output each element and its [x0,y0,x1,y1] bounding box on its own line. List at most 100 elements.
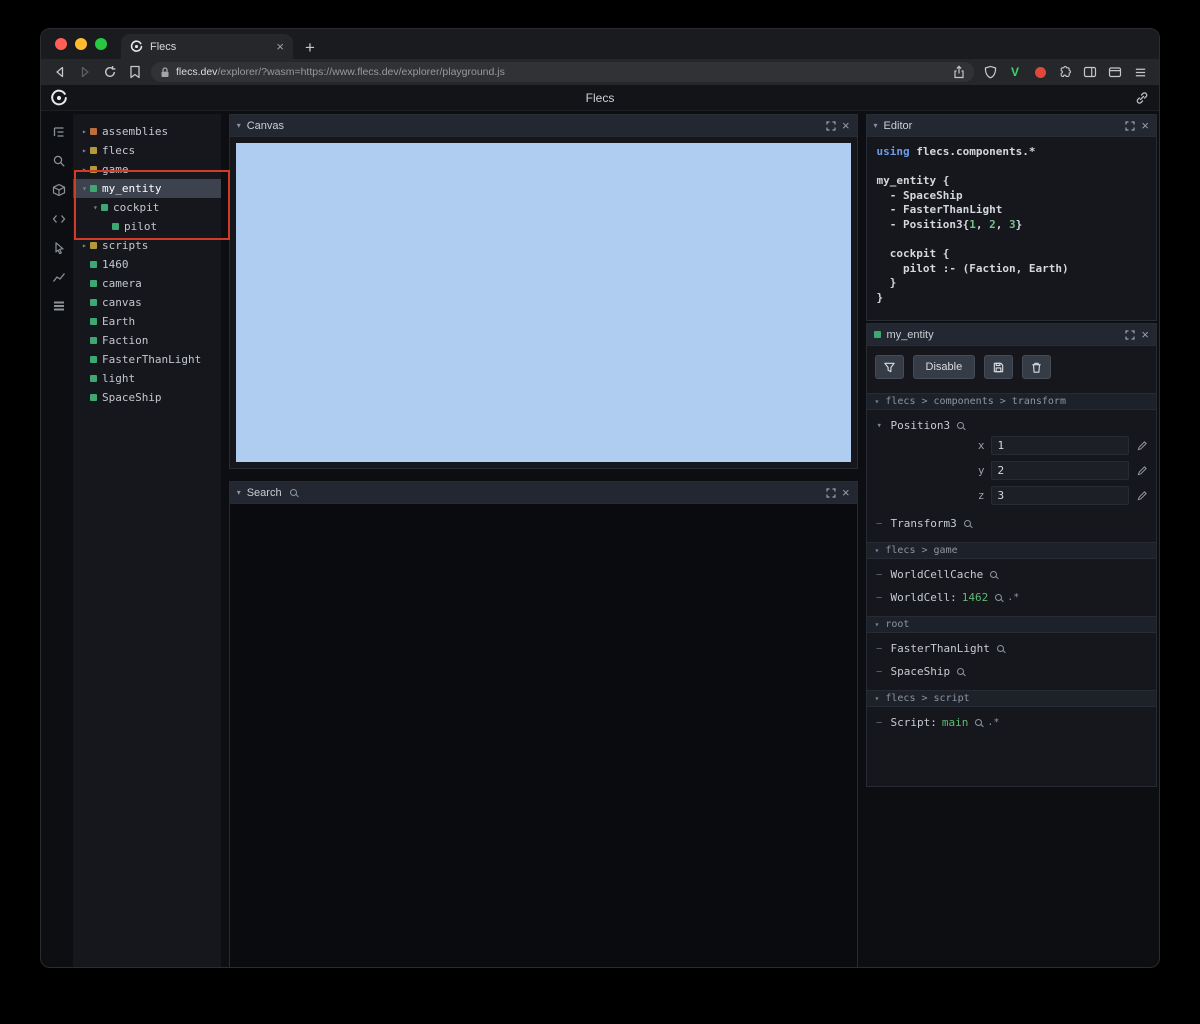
flecs-logo-icon[interactable] [50,89,68,107]
url-path: /explorer/?wasm=https://www.flecs.dev/ex… [217,66,505,78]
chevron-right-icon[interactable]: ▸ [79,146,90,155]
component-group-header[interactable]: ▾ flecs > game [866,542,1156,559]
share-link-icon[interactable] [1135,91,1149,105]
inspect-cursor-icon[interactable] [50,239,68,257]
search-icon[interactable] [990,571,998,578]
close-panel-icon[interactable]: × [1141,119,1149,132]
field-input-y[interactable]: 2 [990,461,1129,480]
page-title: Flecs [585,90,615,105]
canvas-panel: ▾ Canvas × [228,114,858,469]
menu-icon[interactable] [1131,63,1149,81]
field-input-x[interactable]: 1 [990,436,1129,455]
code-icon[interactable] [50,210,68,228]
forward-button[interactable] [76,63,94,81]
chevron-down-icon[interactable]: ▾ [237,121,241,130]
chevron-right-icon[interactable]: ▸ [79,165,90,174]
chevron-down-icon[interactable]: ▾ [237,488,241,497]
render-canvas[interactable] [235,143,851,462]
bullet-icon: – [876,518,882,529]
code-token: cockpit { [876,247,950,261]
queries-rows-icon[interactable] [50,297,68,315]
expand-panel-icon[interactable] [1125,329,1136,340]
share-icon[interactable] [953,65,965,79]
tree-view-icon[interactable] [50,123,68,141]
tree-item-game[interactable]: ▸ game [73,160,221,179]
close-window-button[interactable] [55,38,67,50]
tree-item-label: flecs [101,144,136,157]
search-icon[interactable] [957,422,965,429]
expand-panel-icon[interactable] [826,487,836,498]
search-icon[interactable] [996,645,1004,652]
tree-item-assemblies[interactable]: ▸ assemblies [73,122,221,141]
tree-item-canvas[interactable]: canvas [73,293,221,312]
tree-item-scripts[interactable]: ▸ scripts [73,236,221,255]
browser-toolbar: flecs.dev/explorer/?wasm=https://www.fle… [41,59,1159,85]
chevron-down-icon[interactable]: ▾ [79,184,90,193]
component-group-header[interactable]: ▾ root [866,616,1156,633]
edit-icon[interactable] [1135,465,1150,476]
chevron-right-icon[interactable]: ▸ [79,241,90,250]
tree-item-pilot[interactable]: pilot [73,217,221,236]
v-extension-icon[interactable]: V [1006,63,1024,81]
tree-item-Earth[interactable]: Earth [73,312,221,331]
tree-item-label: game [101,163,129,176]
search-icon[interactable] [995,594,1003,601]
tree-item-Faction[interactable]: Faction [73,331,221,350]
chevron-right-icon[interactable]: ▸ [79,127,90,136]
bookmark-icon[interactable] [126,63,144,81]
component-group-header[interactable]: ▾ flecs > script [866,690,1156,707]
tree-item-cockpit[interactable]: ▾ cockpit [73,198,221,217]
stats-chart-icon[interactable] [50,268,68,286]
entities-cube-icon[interactable] [50,181,68,199]
component-WorldCell: – WorldCell: 1462 .* [867,582,1156,605]
minimize-window-button[interactable] [75,38,87,50]
reload-button[interactable] [101,63,119,81]
component-group-header[interactable]: ▾ flecs > components > transform [866,393,1156,410]
extensions-puzzle-icon[interactable] [1056,63,1074,81]
tree-item-SpaceShip[interactable]: SpaceShip [73,388,221,407]
new-tab-button[interactable]: + [305,39,315,56]
red-extension-icon[interactable] [1031,63,1049,81]
flecs-favicon-icon [130,40,143,53]
tab-close-icon[interactable]: × [276,40,284,53]
browser-tab[interactable]: Flecs × [121,34,293,59]
search-icon[interactable] [957,668,965,675]
fullscreen-window-button[interactable] [95,38,107,50]
save-button[interactable] [984,355,1014,379]
entity-kind-icon [111,223,119,230]
browser-window: Flecs × + flecs.dev/explorer/?wasm=https… [40,28,1160,968]
delete-button[interactable] [1022,355,1052,379]
tree-item-label: pilot [123,220,158,233]
wallet-icon[interactable] [1106,63,1124,81]
chevron-down-icon[interactable]: ▾ [877,421,886,431]
sidebar-toggle-icon[interactable] [1081,63,1099,81]
tree-item-flecs[interactable]: ▸ flecs [73,141,221,160]
brave-shield-icon[interactable] [981,63,999,81]
expand-panel-icon[interactable] [1125,120,1136,131]
close-panel-icon[interactable]: × [1141,328,1149,341]
filter-button[interactable] [874,355,904,379]
disable-button[interactable]: Disable [912,355,976,379]
back-button[interactable] [51,63,69,81]
bullet-icon: – [876,643,882,654]
tree-item-light[interactable]: light [73,369,221,388]
tree-item-FasterThanLight[interactable]: FasterThanLight [73,350,221,369]
close-panel-icon[interactable]: × [842,486,850,499]
tree-item-camera[interactable]: camera [73,274,221,293]
field-input-z[interactable]: 3 [990,486,1129,505]
search-icon[interactable] [975,719,983,726]
close-panel-icon[interactable]: × [842,119,850,132]
code-line: cockpit { [877,247,1146,262]
chevron-down-icon[interactable]: ▾ [90,203,101,212]
search-icon[interactable] [50,152,68,170]
editor-code[interactable]: using flecs.components.* my_entity { - S… [867,137,1156,314]
edit-icon[interactable] [1135,440,1150,451]
tree-item-my_entity[interactable]: ▾ my_entity [72,179,221,198]
chevron-down-icon[interactable]: ▾ [874,121,878,130]
expand-panel-icon[interactable] [826,120,836,131]
edit-icon[interactable] [1135,490,1150,501]
tree-item-1460[interactable]: 1460 [73,255,221,274]
address-bar[interactable]: flecs.dev/explorer/?wasm=https://www.fle… [151,62,974,82]
search-icon[interactable] [963,520,971,527]
